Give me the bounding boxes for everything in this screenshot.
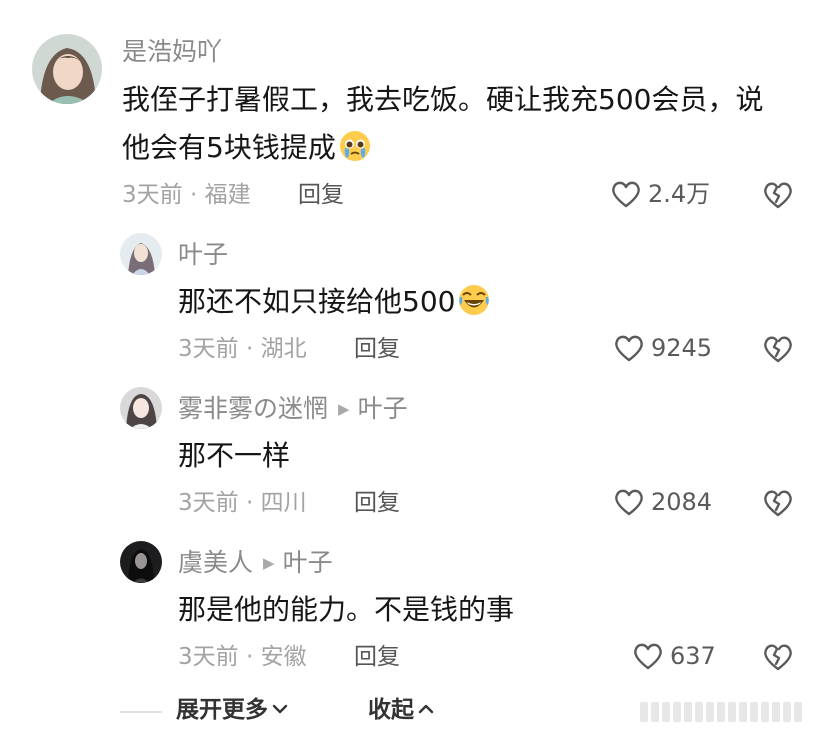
reply-arrow-icon: ▶ [338,400,350,418]
comment-text-line: 他会有5块钱提成 [122,124,763,172]
comment-text: 那是他的能力。不是钱的事 [178,586,514,634]
pleading-tears-emoji-icon [339,131,370,161]
like-count: 2.4万 [648,180,711,208]
avatar[interactable] [120,387,162,429]
expand-more-label: 展开更多 [176,697,268,723]
watermark-bar [673,702,681,722]
chevron-up-icon [418,704,434,714]
reply-to-username[interactable]: 叶子 [283,548,333,577]
watermark-bar [640,702,648,722]
watermark-bar [783,702,791,722]
heart-outline-icon [634,643,662,670]
reply-button[interactable]: 回复 [354,338,400,361]
username-text[interactable]: 叶子 [178,240,228,269]
watermark-bar [695,702,703,722]
watermark-bar [728,702,736,722]
comment-meta: 3天前 · 福建 [122,182,251,208]
heart-outline-icon [615,335,643,362]
dislike-broken-heart-icon[interactable] [761,641,795,672]
avatar[interactable] [120,233,162,275]
heart-outline-icon [615,489,643,516]
watermark-bar [651,702,659,722]
watermark-bar [662,702,670,722]
comment-username[interactable]: 雾非雾の迷惘 ▶ 叶子 [178,396,408,421]
comment-meta: 3天前 · 安徽 [178,644,307,670]
comment-text-line: 我侄子打暑假工，我去吃饭。硬让我充500会员，说 [122,83,764,116]
comment-text-span: 他会有5块钱提成 [122,131,336,164]
like-button[interactable]: 2084 [613,487,712,517]
reply-button[interactable]: 回复 [354,646,400,669]
heart-outline-icon [612,181,640,208]
watermark-bar [717,702,725,722]
comment-text: 我侄子打暑假工，我去吃饭。硬让我充500会员，说 他会有5块钱提成 [122,76,763,172]
reply-arrow-icon: ▶ [263,554,275,572]
expand-more-button[interactable]: 展开更多 [176,699,288,722]
comment-text: 那还不如只接给他500 [178,278,491,326]
comment-meta: 3天前 · 湖北 [178,336,307,362]
collapse-button[interactable]: 收起 [368,699,434,722]
watermark [640,702,802,722]
like-count: 637 [670,642,716,670]
avatar[interactable] [120,541,162,583]
avatar[interactable] [32,34,102,104]
watermark-bar [739,702,747,722]
like-button[interactable]: 637 [632,641,716,671]
comment-username[interactable]: 是浩妈吖 [122,39,222,64]
reply-button[interactable]: 回复 [298,184,344,207]
username-text[interactable]: 是浩妈吖 [122,37,222,66]
like-button[interactable]: 9245 [613,333,712,363]
watermark-bar [750,702,758,722]
rofl-emoji-icon [459,285,490,315]
chevron-down-icon [272,704,288,714]
comment-text-span: 那是他的能力。不是钱的事 [178,593,515,626]
comment-text-span: 那不一样 [178,439,291,472]
like-count: 2084 [651,488,713,516]
watermark-bar [761,702,769,722]
username-text[interactable]: 雾非雾の迷惘 [178,394,328,423]
dislike-broken-heart-icon[interactable] [761,487,795,518]
reply-to-username[interactable]: 叶子 [358,394,408,423]
comment-text: 那不一样 [178,432,290,480]
collapse-label: 收起 [368,697,414,723]
dislike-broken-heart-icon[interactable] [761,179,795,210]
watermark-bar [684,702,692,722]
comment-text-span: 那还不如只接给他500 [178,285,456,318]
comment-username[interactable]: 叶子 [178,242,228,267]
watermark-bar [794,702,802,722]
watermark-bar [706,702,714,722]
comment-meta: 3天前 · 四川 [178,490,307,516]
dislike-broken-heart-icon[interactable] [761,333,795,364]
watermark-bar [772,702,780,722]
reply-button[interactable]: 回复 [354,492,400,515]
username-text[interactable]: 虞美人 [178,548,253,577]
divider [120,711,162,713]
like-button[interactable]: 2.4万 [610,179,710,209]
like-count: 9245 [651,334,713,362]
comment-username[interactable]: 虞美人 ▶ 叶子 [178,550,333,575]
